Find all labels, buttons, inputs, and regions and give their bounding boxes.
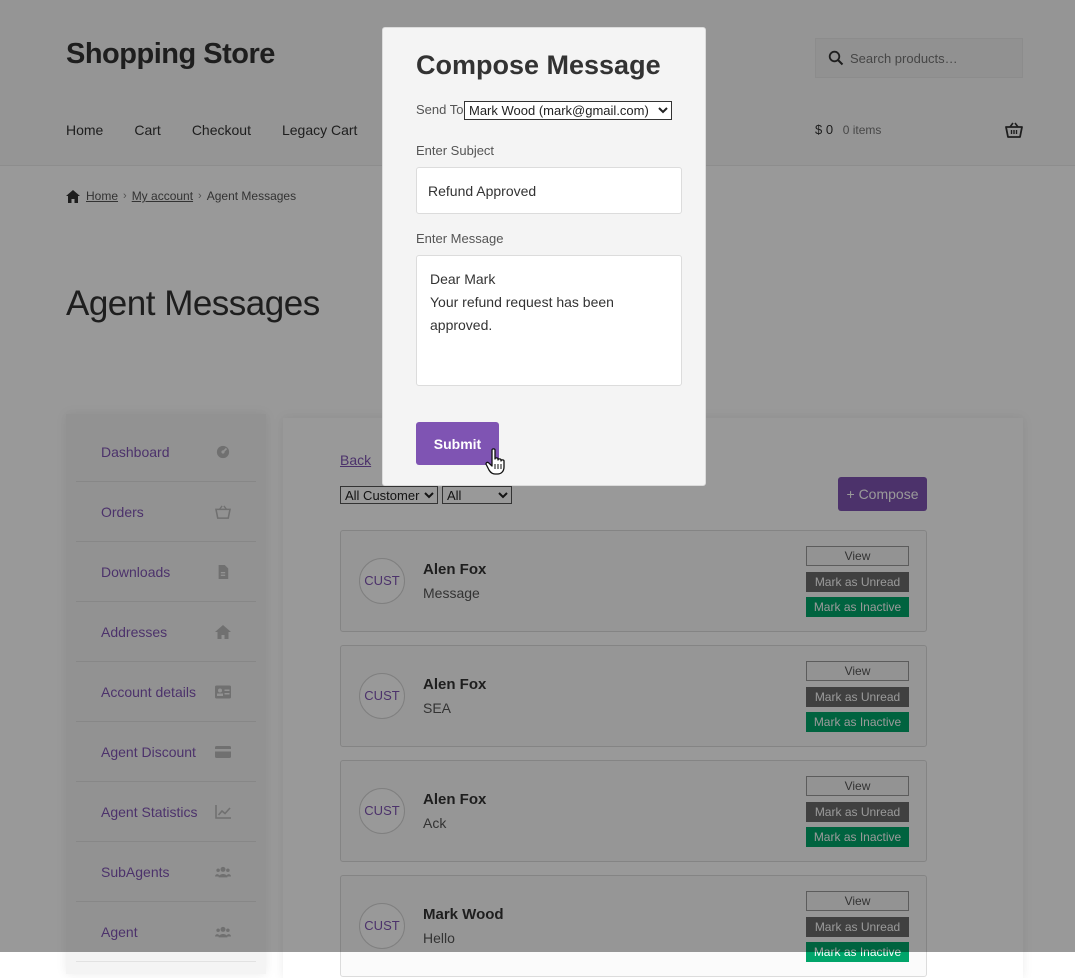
hand-cursor-icon <box>485 448 505 475</box>
compose-message-dialog: Compose Message Send To Mark Wood (mark@… <box>382 27 706 486</box>
subject-label: Enter Subject <box>416 143 495 158</box>
subject-input[interactable] <box>416 167 682 214</box>
message-label: Enter Message <box>416 231 504 246</box>
message-textarea[interactable]: Dear Mark Your refund request has been a… <box>416 255 682 386</box>
send-to-label: Send To <box>416 102 464 117</box>
dialog-title: Compose Message <box>416 50 661 80</box>
send-to-select[interactable]: Mark Wood (mark@gmail.com) <box>464 101 672 120</box>
